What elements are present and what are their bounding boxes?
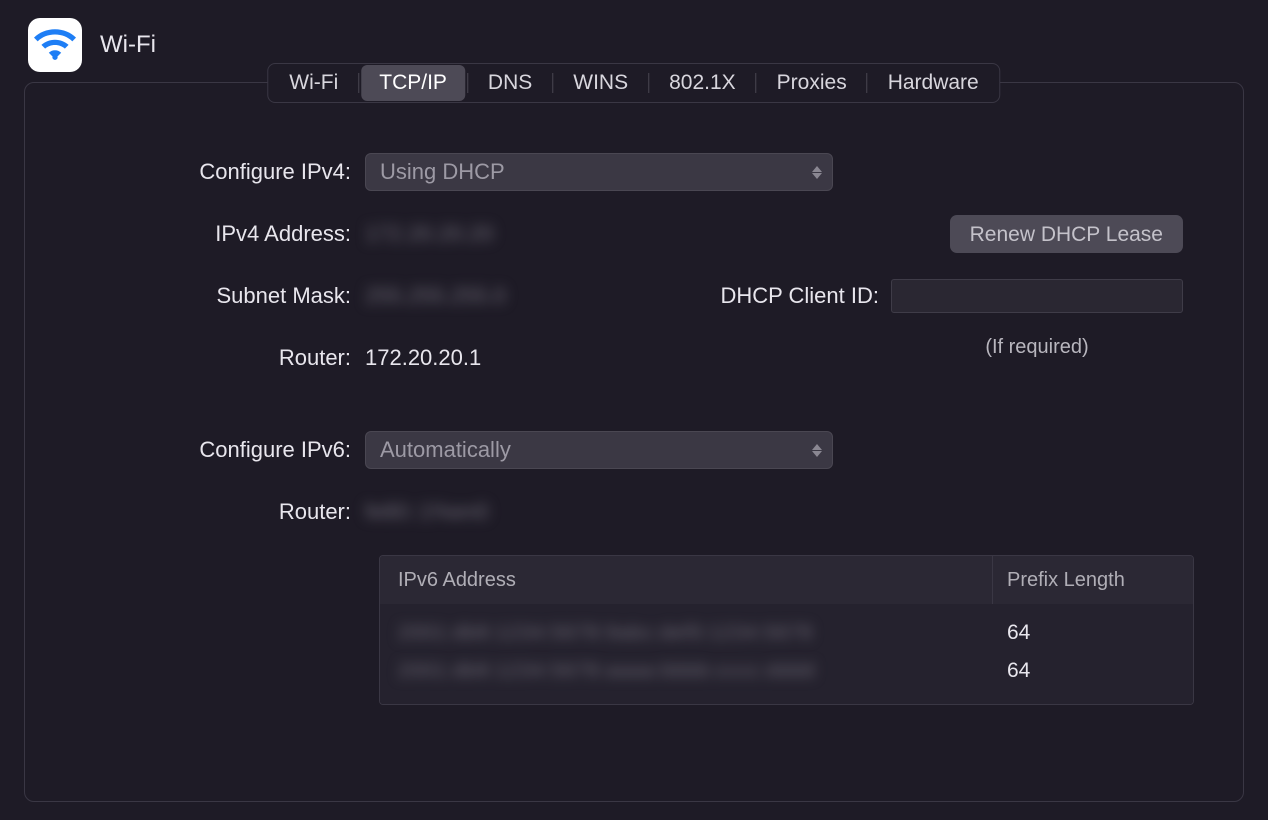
select-value: Automatically bbox=[380, 437, 511, 463]
chevron-up-down-icon bbox=[812, 444, 822, 457]
label-dhcp-client-id: DHCP Client ID: bbox=[720, 283, 879, 309]
ipv6-address-table: IPv6 Address Prefix Length 2001:db8:1234… bbox=[379, 555, 1194, 705]
tab-hardware[interactable]: Hardware bbox=[870, 65, 997, 101]
tab-dns[interactable]: DNS bbox=[470, 65, 550, 101]
label-ipv4-router: Router: bbox=[85, 345, 365, 371]
page-title: Wi-Fi bbox=[100, 31, 156, 59]
value-ipv4-router: 172.20.20.1 bbox=[365, 345, 481, 371]
select-value: Using DHCP bbox=[380, 159, 505, 185]
renew-dhcp-button[interactable]: Renew DHCP Lease bbox=[950, 215, 1183, 253]
tab-tcpip[interactable]: TCP/IP bbox=[361, 65, 465, 101]
value-subnet-mask: 255.255.255.0 bbox=[365, 283, 506, 309]
table-row[interactable]: 2001:db8:1234:5678:aaaa:bbbb:cccc:dddd 6… bbox=[380, 652, 1193, 690]
cell-prefix-length: 64 bbox=[993, 621, 1193, 645]
row-ipv4-router: Router: 172.20.20.1 (If required) bbox=[85, 339, 1183, 377]
tab-separator bbox=[467, 73, 468, 93]
table-body: 2001:db8:1234:5678:9abc:def0:1234:5678 6… bbox=[380, 604, 1193, 704]
panel-content: Configure IPv4: Using DHCP IPv4 Address:… bbox=[25, 83, 1243, 735]
cell-ipv6-address: 2001:db8:1234:5678:9abc:def0:1234:5678 bbox=[398, 622, 813, 644]
cell-ipv6-address: 2001:db8:1234:5678:aaaa:bbbb:cccc:dddd bbox=[398, 660, 815, 682]
settings-panel: Wi-Fi TCP/IP DNS WINS 802.1X Proxies Har… bbox=[24, 82, 1244, 802]
row-ipv4-address: IPv4 Address: 172.20.20.20 Renew DHCP Le… bbox=[85, 215, 1183, 253]
column-header-prefix[interactable]: Prefix Length bbox=[993, 556, 1193, 604]
row-ipv6-router: Router: fe80::1%en0 bbox=[85, 493, 1183, 531]
chevron-up-down-icon bbox=[812, 166, 822, 179]
label-subnet-mask: Subnet Mask: bbox=[85, 283, 365, 309]
tab-wins[interactable]: WINS bbox=[555, 65, 646, 101]
select-configure-ipv4[interactable]: Using DHCP bbox=[365, 153, 833, 191]
row-configure-ipv4: Configure IPv4: Using DHCP bbox=[85, 153, 1183, 191]
tab-wifi[interactable]: Wi-Fi bbox=[271, 65, 356, 101]
table-header: IPv6 Address Prefix Length bbox=[380, 556, 1193, 604]
table-row[interactable]: 2001:db8:1234:5678:9abc:def0:1234:5678 6… bbox=[380, 614, 1193, 652]
label-ipv4-address: IPv4 Address: bbox=[85, 221, 365, 247]
tabs-bar: Wi-Fi TCP/IP DNS WINS 802.1X Proxies Har… bbox=[267, 63, 1000, 103]
cell-prefix-length: 64 bbox=[993, 659, 1193, 683]
label-ipv6-router: Router: bbox=[85, 499, 365, 525]
tab-separator bbox=[648, 73, 649, 93]
label-configure-ipv4: Configure IPv4: bbox=[85, 159, 365, 185]
hint-dhcp-client-id: (If required) bbox=[891, 336, 1183, 359]
tab-separator bbox=[552, 73, 553, 93]
column-header-address[interactable]: IPv6 Address bbox=[380, 556, 993, 604]
value-ipv6-router: fe80::1%en0 bbox=[365, 499, 489, 525]
value-ipv4-address: 172.20.20.20 bbox=[365, 221, 493, 247]
tab-separator bbox=[756, 73, 757, 93]
row-subnet-mask: Subnet Mask: 255.255.255.0 DHCP Client I… bbox=[85, 277, 1183, 315]
wifi-icon bbox=[28, 18, 82, 72]
row-configure-ipv6: Configure IPv6: Automatically bbox=[85, 431, 1183, 469]
tab-separator bbox=[358, 73, 359, 93]
select-configure-ipv6[interactable]: Automatically bbox=[365, 431, 833, 469]
tab-8021x[interactable]: 802.1X bbox=[651, 65, 754, 101]
input-dhcp-client-id[interactable] bbox=[891, 279, 1183, 313]
label-configure-ipv6: Configure IPv6: bbox=[85, 437, 365, 463]
tab-proxies[interactable]: Proxies bbox=[759, 65, 865, 101]
tab-separator bbox=[867, 73, 868, 93]
